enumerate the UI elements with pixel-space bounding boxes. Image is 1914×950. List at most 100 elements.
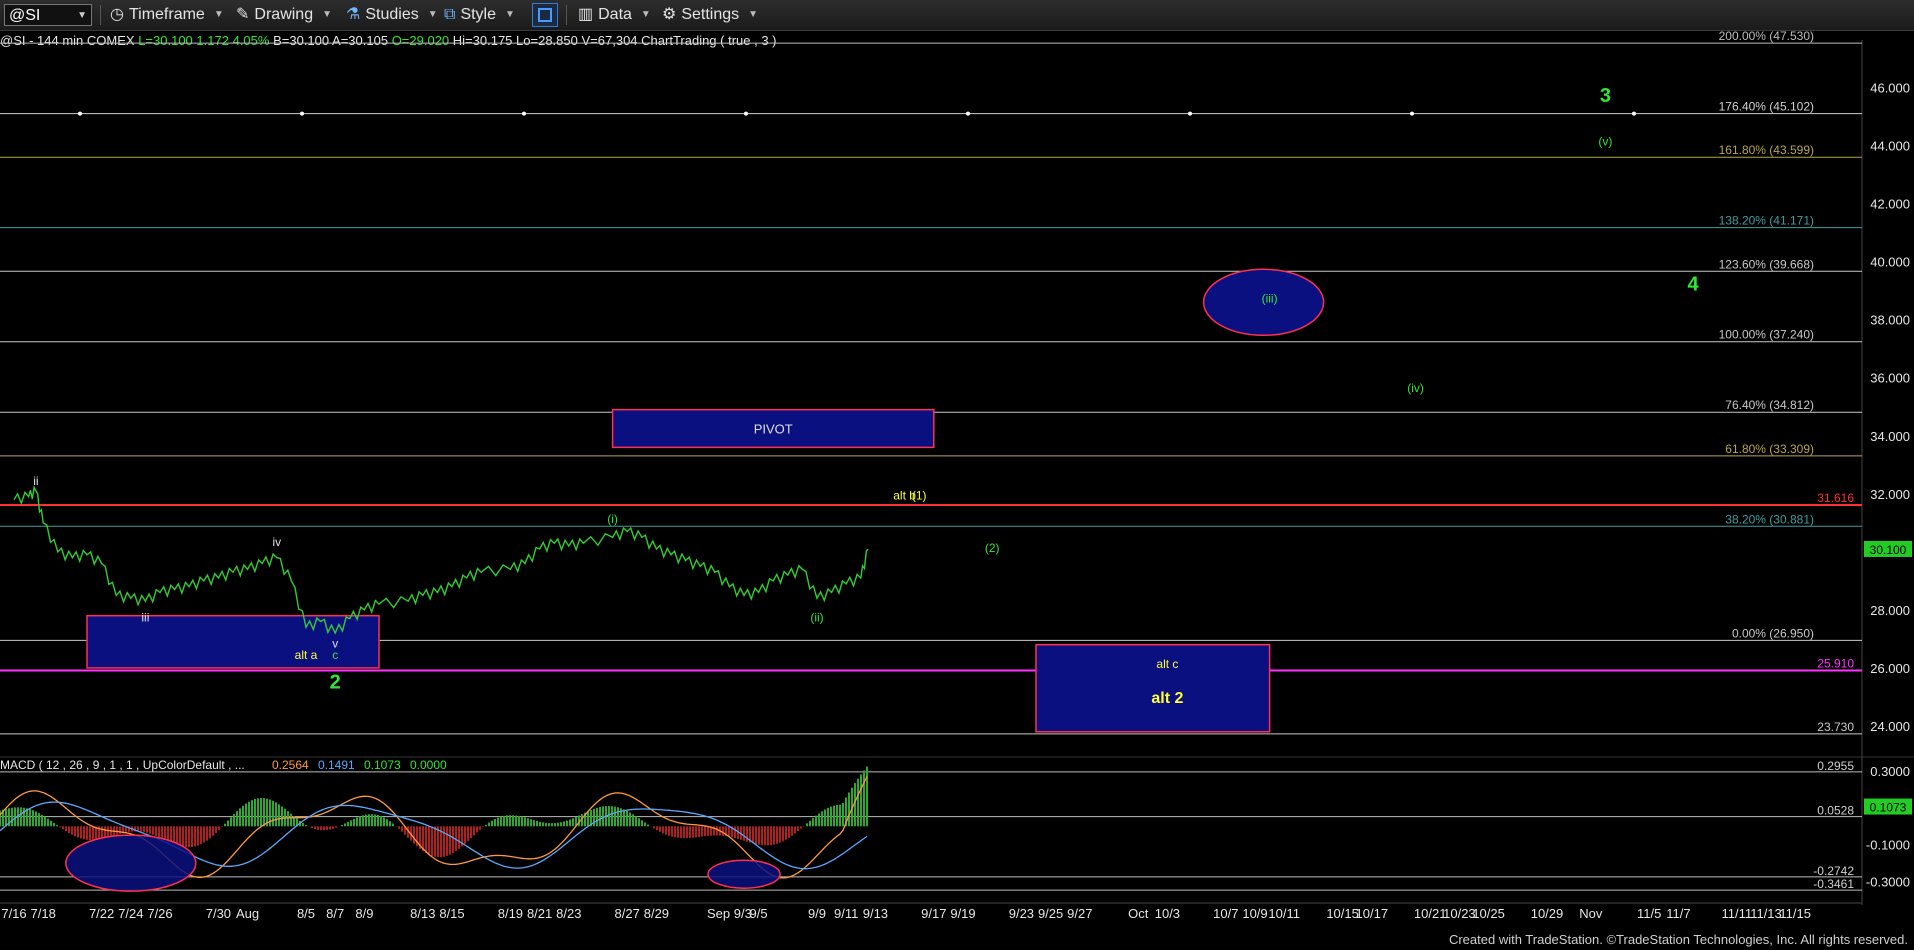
time-axis-tick: 9/13 xyxy=(863,906,888,921)
last-price-label: 30.100 xyxy=(1870,543,1907,557)
time-axis-tick: 9/17 xyxy=(921,906,946,921)
time-axis-tick: 9/25 xyxy=(1038,906,1063,921)
time-axis-tick: 8/23 xyxy=(556,906,581,921)
price-chart[interactable]: 200.00% (47.530) 176.40% (45.102) 161.80% … xyxy=(0,0,1914,950)
wave-label: (i) xyxy=(607,512,618,526)
macd-level-label: -0.3461 xyxy=(1813,877,1854,891)
fib-level-label: 25.910 xyxy=(1817,657,1854,671)
time-axis-tick: 9/9 xyxy=(808,906,826,921)
macd-value: 0.2564 xyxy=(272,758,309,772)
wave-label: 4 xyxy=(1687,274,1699,296)
macd-diff-tag-label: 0.1073 xyxy=(1870,801,1907,815)
fib-level-label: 38.20% (30.881) xyxy=(1725,512,1814,526)
macd-highlight-ellipse xyxy=(65,834,197,892)
wave-label: c xyxy=(332,648,338,662)
time-axis-tick: 10/11 xyxy=(1268,906,1300,921)
macd-diff-value: 0.1073 xyxy=(364,758,401,772)
time-axis-tick: Nov xyxy=(1579,906,1603,921)
wave-label: iv xyxy=(272,535,281,549)
time-axis-tick: 11/7 xyxy=(1666,906,1690,921)
time-axis-tick: 7/26 xyxy=(147,906,172,921)
time-axis-tick: 10/9 xyxy=(1242,906,1267,921)
time-axis-tick: 8/27 xyxy=(615,906,640,921)
macd-level-label: -0.2742 xyxy=(1813,864,1854,878)
price-axis-tick: 28.000 xyxy=(1870,603,1910,618)
macd-signal-value: 0.1491 xyxy=(318,758,355,772)
time-axis-tick: 11/15 xyxy=(1779,906,1811,921)
time-axis-tick: 10/21 xyxy=(1414,906,1447,921)
wave-label: (2) xyxy=(985,541,1000,555)
macd-axis-tick: 0.3000 xyxy=(1870,764,1910,779)
price-axis-tick: 38.000 xyxy=(1870,313,1910,328)
price-axis-tick: 44.000 xyxy=(1870,139,1910,154)
time-axis-tick: 10/23 xyxy=(1443,906,1476,921)
price-axis-tick: 36.000 xyxy=(1870,371,1910,386)
fib-level-label: 200.00% (47.530) xyxy=(1719,29,1814,43)
fib-level-label: 31.616 xyxy=(1817,491,1854,505)
time-axis-tick: 8/19 xyxy=(498,906,523,921)
wave-label: alt a xyxy=(295,648,318,662)
time-axis-tick: Oct xyxy=(1128,906,1149,921)
wave-label: (ii) xyxy=(810,611,823,625)
level-dot-marker xyxy=(1188,111,1192,116)
price-axis-tick: 42.000 xyxy=(1870,197,1910,212)
wave-label: (1) xyxy=(912,489,927,503)
time-axis-tick: 11/11 xyxy=(1721,906,1752,921)
time-axis-tick: Sep 9/3 xyxy=(707,906,752,921)
time-axis-tick: Aug xyxy=(236,906,259,921)
level-dot-marker xyxy=(1632,111,1636,116)
level-dot-marker xyxy=(966,111,970,116)
wave-label: 2 xyxy=(330,671,341,693)
time-axis-tick: 7/22 xyxy=(89,906,114,921)
time-axis-tick: 11/13 xyxy=(1750,906,1782,921)
macd-title: MACD ( 12 , 26 , 9 , 1 , 1 , UpColorDefa… xyxy=(0,758,245,772)
copyright-footer: Created with TradeStation. ©TradeStation… xyxy=(1448,932,1908,947)
time-axis-tick: 9/23 xyxy=(1009,906,1034,921)
fib-level-label: 123.60% (39.668) xyxy=(1719,257,1814,271)
level-dot-marker xyxy=(300,111,304,116)
macd-level-label: 0.2955 xyxy=(1817,759,1854,773)
wave-label: iii xyxy=(141,611,149,625)
wave-label: (iv) xyxy=(1407,381,1424,395)
fib-level-label: 61.80% (33.309) xyxy=(1725,442,1814,456)
level-dot-marker xyxy=(522,111,526,116)
zone-label: PIVOT xyxy=(754,422,793,437)
wave-label: alt 2 xyxy=(1151,690,1183,707)
price-axis-tick: 46.000 xyxy=(1870,81,1910,96)
time-axis-tick: 10/29 xyxy=(1531,906,1564,921)
time-axis-tick: 10/7 xyxy=(1213,906,1238,921)
time-axis-tick: 8/15 xyxy=(439,906,464,921)
level-dot-marker xyxy=(78,111,82,116)
time-axis-tick: 8/21 xyxy=(527,906,552,921)
time-axis-tick: 7/30 xyxy=(206,906,231,921)
time-axis-tick: 10/3 xyxy=(1155,906,1180,921)
wave-label: 3 xyxy=(1600,85,1611,107)
fib-level-label: 138.20% (41.171) xyxy=(1719,214,1814,228)
time-axis-tick: 8/7 xyxy=(326,906,344,921)
time-axis-tick: 9/27 xyxy=(1067,906,1092,921)
fib-level-label: 161.80% (43.599) xyxy=(1719,143,1814,157)
time-axis-tick: 8/5 xyxy=(297,906,315,921)
price-axis-tick: 40.000 xyxy=(1870,255,1910,270)
price-axis-tick: 34.000 xyxy=(1870,429,1910,444)
time-axis-tick: 10/17 xyxy=(1356,906,1389,921)
macd-highlight-ellipse xyxy=(707,859,781,889)
time-axis-tick: 11/5 xyxy=(1637,906,1661,921)
price-axis-tick: 32.000 xyxy=(1870,487,1910,502)
time-axis-tick: 9/5 xyxy=(750,906,768,921)
time-axis-tick: 7/18 xyxy=(31,906,56,921)
wave-label: alt c xyxy=(1156,657,1178,671)
macd-axis-tick: -0.1000 xyxy=(1866,838,1910,853)
macd-zero-value: 0.0000 xyxy=(410,758,447,772)
fib-level-label: 0.00% (26.950) xyxy=(1732,626,1814,640)
fib-level-label: 176.40% (45.102) xyxy=(1719,100,1814,114)
level-dot-marker xyxy=(1410,111,1414,116)
time-axis-tick: 9/19 xyxy=(950,906,975,921)
time-axis-tick: 8/13 xyxy=(410,906,435,921)
time-axis-tick: 7/16 xyxy=(1,906,26,921)
time-axis-tick: 9/11 xyxy=(834,906,858,921)
time-axis-tick: 10/25 xyxy=(1472,906,1505,921)
time-axis-tick: 8/9 xyxy=(355,906,373,921)
time-axis-tick: 10/15 xyxy=(1326,906,1359,921)
fib-level-label: 100.00% (37.240) xyxy=(1719,328,1814,342)
